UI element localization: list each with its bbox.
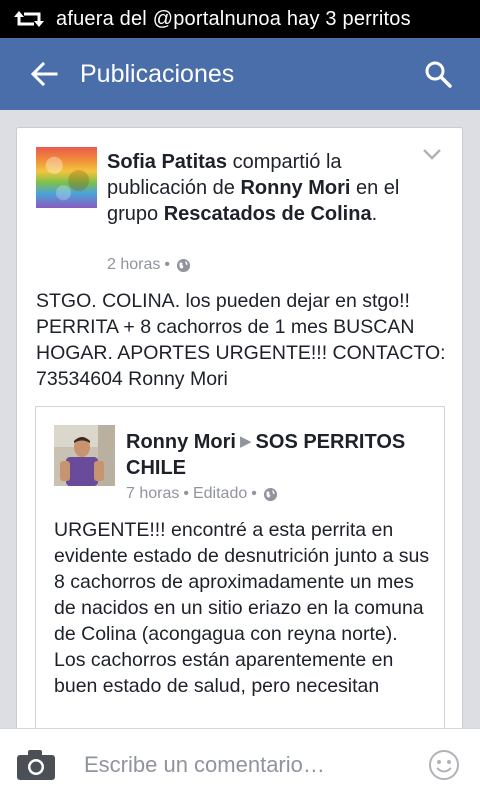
post-meta: 2 horas • [107, 256, 191, 274]
search-button[interactable] [418, 54, 458, 94]
post-header: Sofia Patitas compartió la publicación d… [107, 149, 407, 227]
smiley-icon[interactable] [428, 749, 460, 781]
camera-icon[interactable] [16, 749, 56, 781]
meta-dot: • [183, 485, 189, 502]
shared-post-body: URGENTE!!! encontré a esta perrita en ev… [54, 519, 430, 697]
avatar[interactable] [54, 425, 115, 486]
globe-icon [176, 258, 191, 272]
globe-icon [263, 487, 277, 501]
header-period: . [371, 203, 378, 225]
group-name[interactable]: Rescatados de Colina [164, 203, 372, 225]
avatar[interactable] [36, 147, 97, 208]
chevron-down-icon[interactable] [421, 146, 443, 162]
comment-input[interactable]: Escribe un comentario… [84, 752, 428, 778]
edited-label[interactable]: Editado [193, 485, 247, 503]
shared-post[interactable]: Ronny Mori ▶ SOS PERRITOS CHILE 7 horas • … [35, 406, 445, 766]
meta-dot: • [251, 485, 257, 502]
notification-text: afuera del @portalnunoa hay 3 perritos [56, 7, 411, 30]
page-title: Publicaciones [80, 59, 235, 88]
post-author[interactable]: Sofia Patitas [107, 151, 227, 173]
meta-dot: • [164, 256, 170, 273]
original-author[interactable]: Ronny Mori [240, 177, 350, 199]
comment-bar: Escribe un comentario… [0, 728, 480, 800]
shared-post-time[interactable]: 7 horas [126, 485, 179, 503]
post-card: Sofia Patitas compartió la publicación d… [16, 127, 463, 767]
arrow-back-icon [30, 62, 58, 86]
search-icon [425, 61, 452, 88]
shared-author[interactable]: Ronny Mori [126, 431, 236, 453]
status-bar: afuera del @portalnunoa hay 3 perritos [0, 0, 480, 38]
app-bar: Publicaciones [0, 38, 480, 110]
retweet-icon [14, 11, 44, 27]
back-button[interactable] [24, 54, 64, 94]
post-body: STGO. COLINA. los pueden dejar en stgo!!… [36, 290, 446, 390]
profile-photo [54, 425, 115, 486]
post-time[interactable]: 2 horas [107, 256, 160, 274]
shared-post-meta: 7 horas • Editado • [126, 485, 278, 503]
arrow-right-icon: ▶ [240, 433, 252, 450]
shared-post-header: Ronny Mori ▶ SOS PERRITOS CHILE [126, 429, 426, 481]
